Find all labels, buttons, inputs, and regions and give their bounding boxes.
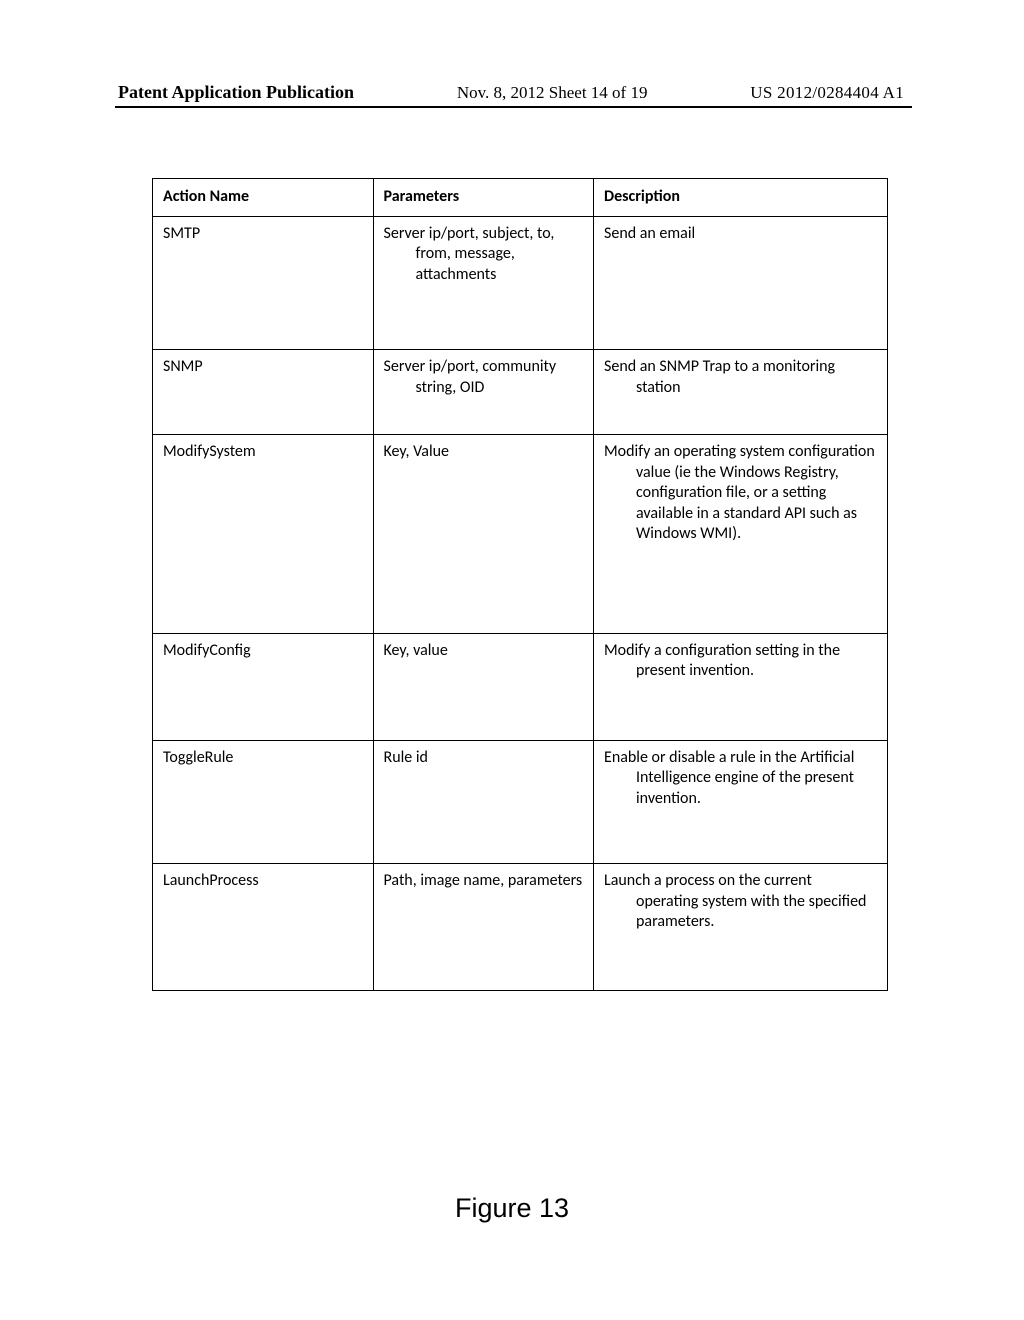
table-header-row: Action Name Parameters Description bbox=[153, 179, 888, 217]
table-row: ToggleRule Rule id Enable or disable a r… bbox=[153, 740, 888, 863]
cell-parameters: Path, image name, parameters bbox=[373, 864, 594, 991]
page-header: Patent Application Publication Nov. 8, 2… bbox=[0, 82, 1024, 103]
cell-parameters: Rule id bbox=[373, 740, 594, 863]
cell-parameters: Server ip/port, community string, OID bbox=[373, 350, 594, 435]
header-center: Nov. 8, 2012 Sheet 14 of 19 bbox=[457, 83, 648, 103]
cell-action-name: SMTP bbox=[153, 217, 374, 350]
cell-description: Modify a configuration setting in the pr… bbox=[594, 633, 888, 740]
cell-action-name: ModifySystem bbox=[153, 435, 374, 633]
cell-description: Launch a process on the current operatin… bbox=[594, 864, 888, 991]
cell-parameters: Key, value bbox=[373, 633, 594, 740]
cell-action-name: SNMP bbox=[153, 350, 374, 435]
cell-description: Send an email bbox=[594, 217, 888, 350]
cell-description: Modify an operating system configuration… bbox=[594, 435, 888, 633]
cell-action-name: ModifyConfig bbox=[153, 633, 374, 740]
cell-description: Send an SNMP Trap to a monitoring statio… bbox=[594, 350, 888, 435]
cell-action-name: LaunchProcess bbox=[153, 864, 374, 991]
cell-parameters: Key, Value bbox=[373, 435, 594, 633]
cell-parameters-text: Path, image name, parameters bbox=[384, 871, 584, 891]
col-header-action-name: Action Name bbox=[153, 179, 374, 217]
actions-table-wrap: Action Name Parameters Description SMTP … bbox=[152, 178, 888, 991]
cell-parameters-text: Key, value bbox=[384, 641, 584, 661]
actions-table: Action Name Parameters Description SMTP … bbox=[152, 178, 888, 991]
cell-description: Enable or disable a rule in the Artifici… bbox=[594, 740, 888, 863]
header-left: Patent Application Publication bbox=[118, 82, 354, 103]
cell-description-text: Modify a configuration setting in the pr… bbox=[604, 641, 877, 682]
header-rule bbox=[115, 106, 912, 108]
cell-description-text: Enable or disable a rule in the Artifici… bbox=[604, 748, 877, 809]
table-row: SMTP Server ip/port, subject, to, from, … bbox=[153, 217, 888, 350]
col-header-description: Description bbox=[594, 179, 888, 217]
cell-parameters-text: Key, Value bbox=[384, 442, 584, 462]
cell-description-text: Modify an operating system configuration… bbox=[604, 442, 877, 544]
col-header-parameters: Parameters bbox=[373, 179, 594, 217]
cell-parameters-text: Server ip/port, subject, to, from, messa… bbox=[384, 224, 584, 285]
cell-description-text: Send an SNMP Trap to a monitoring statio… bbox=[604, 357, 877, 398]
figure-caption: Figure 13 bbox=[0, 1193, 1024, 1224]
table-row: ModifySystem Key, Value Modify an operat… bbox=[153, 435, 888, 633]
cell-parameters: Server ip/port, subject, to, from, messa… bbox=[373, 217, 594, 350]
cell-parameters-text: Rule id bbox=[384, 748, 584, 768]
cell-description-text: Send an email bbox=[604, 224, 877, 244]
header-right: US 2012/0284404 A1 bbox=[750, 83, 904, 103]
table-row: LaunchProcess Path, image name, paramete… bbox=[153, 864, 888, 991]
table-row: SNMP Server ip/port, community string, O… bbox=[153, 350, 888, 435]
cell-description-text: Launch a process on the current operatin… bbox=[604, 871, 877, 932]
table-row: ModifyConfig Key, value Modify a configu… bbox=[153, 633, 888, 740]
cell-action-name: ToggleRule bbox=[153, 740, 374, 863]
cell-parameters-text: Server ip/port, community string, OID bbox=[384, 357, 584, 398]
